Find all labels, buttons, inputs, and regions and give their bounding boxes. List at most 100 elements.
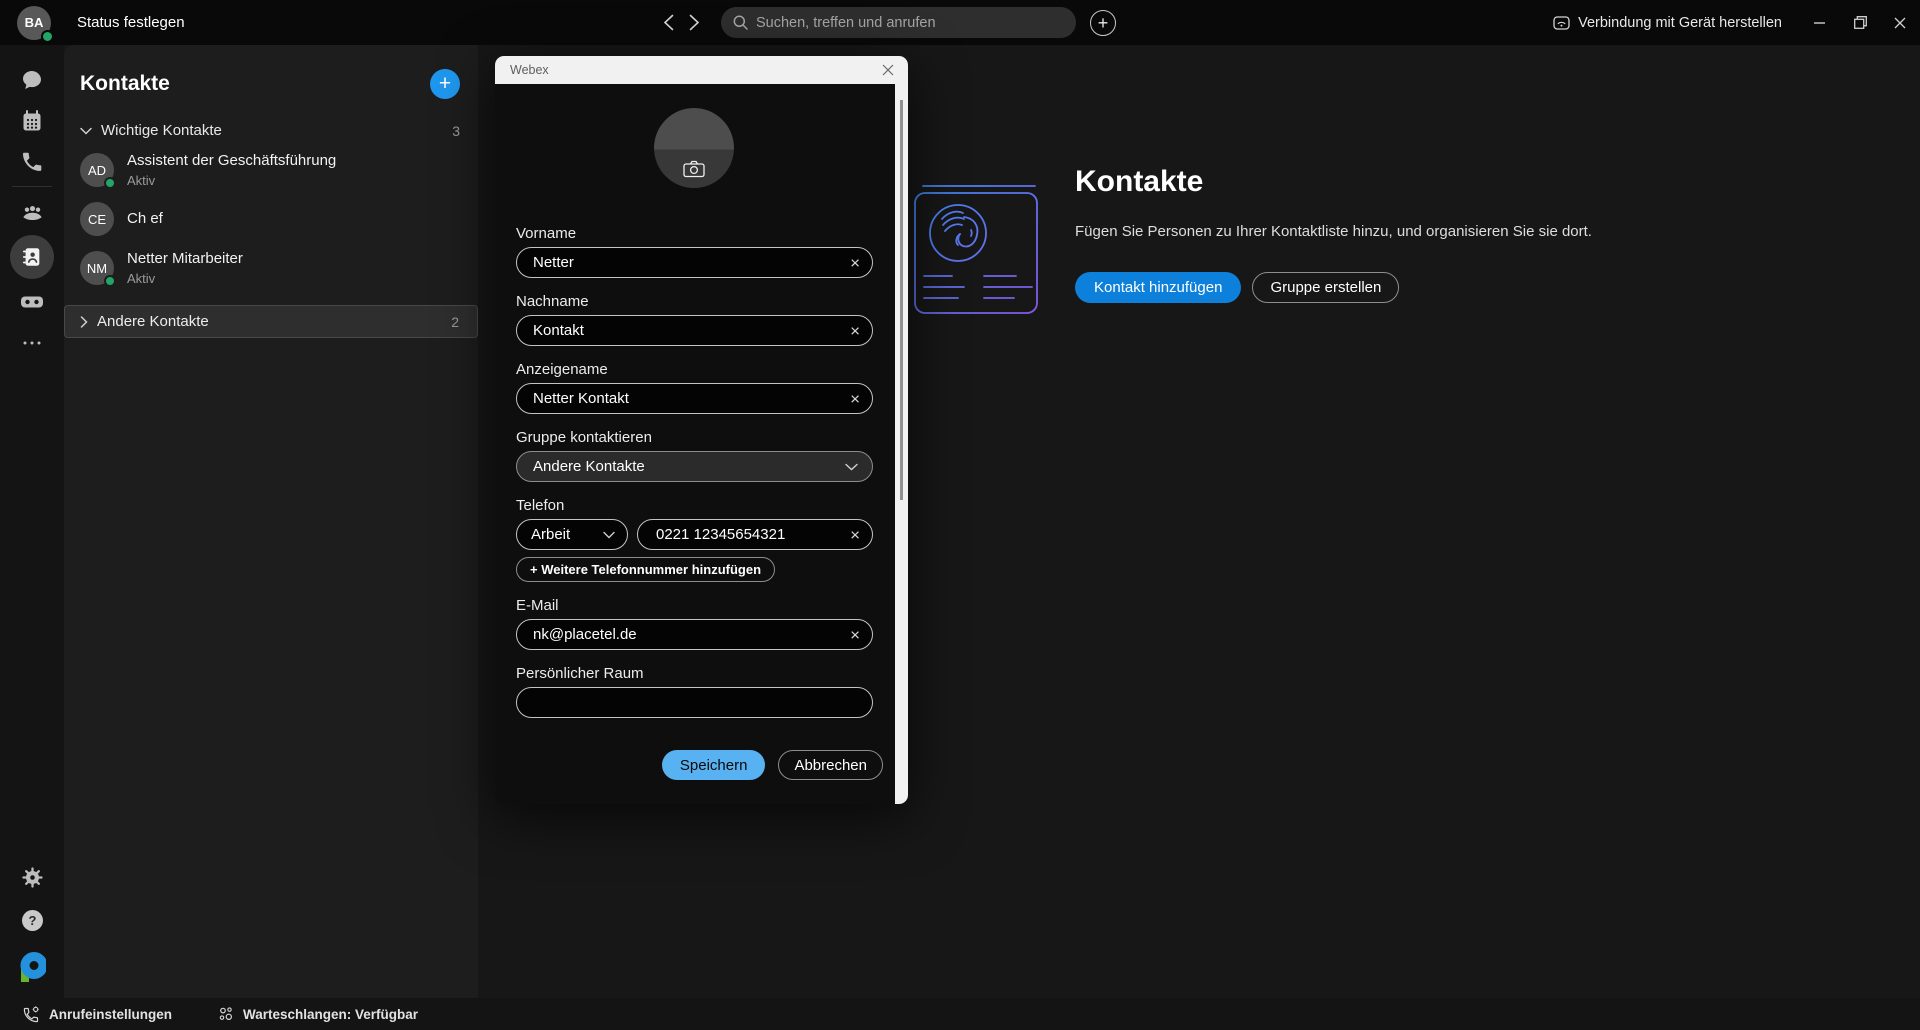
connect-device-label: Verbindung mit Gerät herstellen [1578,15,1782,31]
gear-icon [21,866,44,889]
call-settings-label: Anrufeinstellungen [49,1007,172,1022]
calendar-icon [20,109,44,133]
sidebar-item-calling[interactable] [0,141,64,182]
contact-initials: CE [88,212,106,227]
add-contact-button[interactable]: Kontakt hinzufügen [1075,272,1241,303]
group-wichtige-kontakte[interactable]: Wichtige Kontakte 3 [80,122,460,139]
clear-icon[interactable]: × [850,254,860,271]
placetel-logo[interactable] [18,952,46,988]
field-label-telefon: Telefon [516,497,873,514]
bottom-status-bar: Anrufeinstellungen Warteschlangen: Verfü… [0,998,1920,1030]
user-avatar[interactable]: BA [17,6,51,40]
contact-avatar: CE [80,202,114,236]
dialog-footer: Speichern Abbrechen [662,750,883,780]
close-window-button[interactable] [1880,0,1920,45]
app-sidebar: ? [0,45,64,998]
chevron-right-icon [689,14,700,31]
field-label-gruppe: Gruppe kontaktieren [516,429,873,446]
email-input[interactable] [516,619,873,650]
clear-icon[interactable]: × [850,322,860,339]
clear-icon[interactable]: × [850,390,860,407]
sidebar-item-teams[interactable] [0,192,64,233]
cancel-button[interactable]: Abbrechen [778,750,883,780]
create-group-button[interactable]: Gruppe erstellen [1252,272,1399,303]
restore-button[interactable] [1840,0,1880,45]
queues-status-button[interactable]: Warteschlangen: Verfügbar [218,1006,418,1022]
call-settings-button[interactable]: Anrufeinstellungen [22,1006,172,1023]
telefon-row: Arbeit × [516,519,873,550]
contacts-icon [21,246,43,268]
page-title: Kontakte [1075,165,1203,199]
contact-row[interactable]: NM Netter Mitarbeiter Aktiv [64,243,478,293]
persoenlicher-raum-input[interactable] [516,687,873,718]
global-add-button[interactable]: + [1090,10,1116,36]
sidebar-divider [12,186,52,187]
chevron-right-icon [80,316,88,328]
sidebar-item-calendar[interactable] [0,100,64,141]
gruppe-select-value: Andere Kontakte [533,458,645,475]
minimize-button[interactable] [1800,0,1840,45]
presence-dot [104,275,116,287]
sidebar-bottom-group: ? [0,866,64,988]
close-icon [1894,17,1906,29]
sidebar-item-contacts[interactable] [0,233,64,281]
telefon-number-input[interactable] [637,519,873,550]
dialog-titlebar[interactable]: Webex [495,56,908,84]
group-count: 2 [451,314,459,330]
dialog-title: Webex [510,63,876,77]
dialog-scrollbar-thumb[interactable] [900,100,903,500]
anzeigename-input[interactable] [516,383,873,414]
sidebar-item-messaging[interactable] [0,59,64,100]
forward-button[interactable] [681,8,707,38]
field-vorname: × [516,247,873,278]
teams-icon [20,200,45,225]
device-icon [1553,15,1570,31]
field-label-anzeigename: Anzeigename [516,361,873,378]
telefon-number-field: × [637,519,873,550]
chevron-down-icon [845,463,858,471]
back-button[interactable] [655,8,681,38]
save-button[interactable]: Speichern [662,750,766,780]
clear-icon[interactable]: × [850,626,860,643]
contact-status: Aktiv [127,173,336,188]
connect-device-button[interactable]: Verbindung mit Gerät herstellen [1553,15,1782,31]
sidebar-item-more[interactable] [0,322,64,363]
presence-dot [104,177,116,189]
contact-initials: NM [87,261,107,276]
dialog-form-scroll-area: Vorname × Nachname × Anzeigename × Grupp… [495,84,895,724]
queues-icon [218,1006,234,1022]
settings-button[interactable] [21,866,44,894]
contact-photo-upload[interactable] [654,108,734,188]
search-input[interactable] [756,15,1064,31]
nachname-input[interactable] [516,315,873,346]
ellipsis-icon [20,331,44,355]
field-raum [516,687,873,718]
search-bar[interactable] [721,7,1076,38]
telefon-type-select[interactable]: Arbeit [516,519,628,550]
topbar-center-group: + [655,0,1116,45]
clear-icon[interactable]: × [850,526,860,543]
gruppe-select[interactable]: Andere Kontakte [516,451,873,482]
contact-row[interactable]: AD Assistent der Geschäftsführung Aktiv [64,145,478,195]
field-nachname: × [516,315,873,346]
presence-dot [41,30,54,43]
plus-icon: + [1098,14,1109,32]
contact-status: Aktiv [127,271,243,286]
plus-icon: + [439,73,451,94]
dialog-close-button[interactable] [876,58,900,82]
add-phone-number-button[interactable]: + Weitere Telefonnummer hinzufügen [516,557,775,582]
contact-avatar: AD [80,153,114,187]
sidebar-selected-highlight [10,235,54,279]
group-andere-kontakte[interactable]: Andere Kontakte 2 [64,305,478,338]
contact-row[interactable]: CE Ch ef [64,195,478,243]
dialog-scrollbar[interactable] [895,84,908,804]
vorname-input[interactable] [516,247,873,278]
restore-icon [1854,16,1867,29]
set-status-button[interactable]: Status festlegen [77,14,185,31]
phone-icon [20,150,44,174]
add-contact-panel-button[interactable]: + [430,69,460,99]
contacts-panel-header: Kontakte + [64,45,478,99]
queues-label: Warteschlangen: Verfügbar [243,1007,418,1022]
sidebar-item-voicemail[interactable] [0,281,64,322]
help-button[interactable]: ? [21,909,44,937]
